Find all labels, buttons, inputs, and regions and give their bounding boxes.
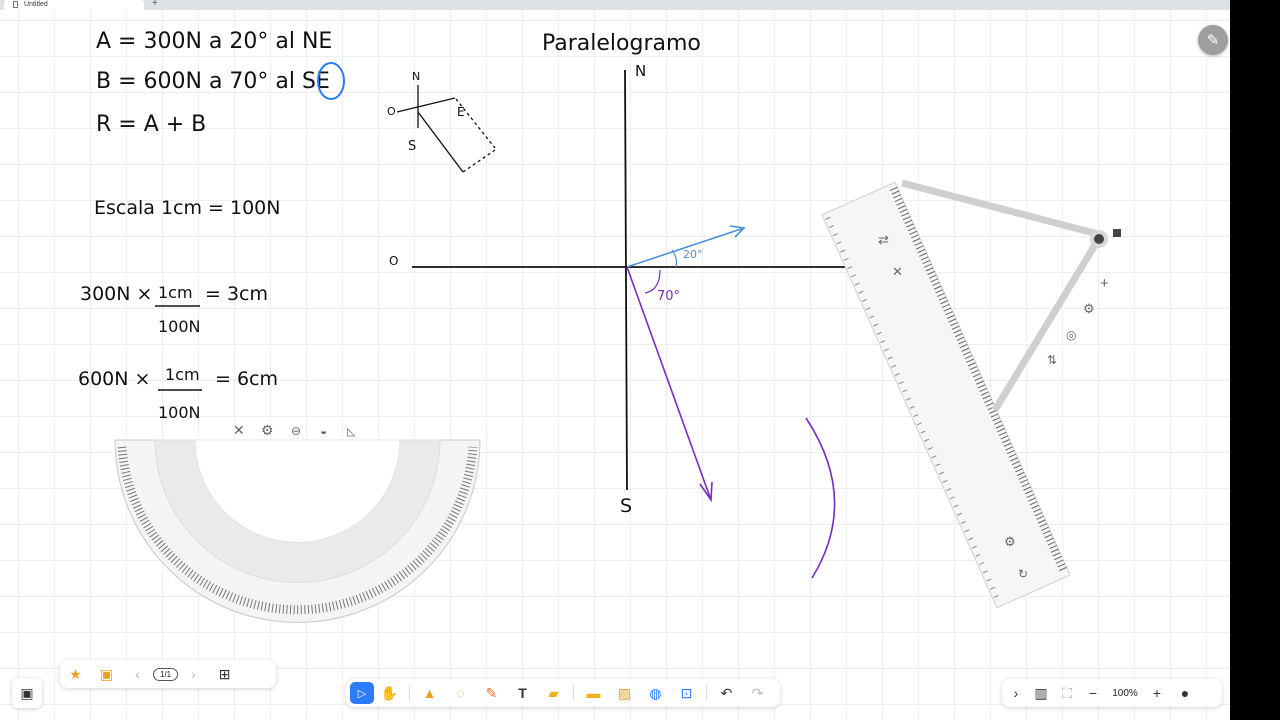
add-page-button[interactable]: ⊞ xyxy=(209,661,240,687)
zoom-level[interactable]: 100% xyxy=(1106,688,1144,699)
compass-gear-icon[interactable]: ⚙ xyxy=(1083,301,1095,316)
page-navigator: ★ ▣ ‹ 1/1 › ⊞ xyxy=(60,660,276,688)
image-icon[interactable]: ▨ xyxy=(609,680,640,706)
whiteboard-canvas[interactable]: A = 300N a 20° al NE B = 600N a 70° al S… xyxy=(0,10,1230,720)
protractor-tool[interactable] xyxy=(114,439,481,623)
diagram-title: Paralelogramo xyxy=(542,31,701,56)
calc2-denominator: 100N xyxy=(158,403,201,422)
ruler-rotate-icon[interactable]: ↻ xyxy=(1018,567,1028,581)
toolbar-divider xyxy=(573,685,574,701)
screen-capture-button[interactable]: ▣ xyxy=(12,678,42,708)
calc1-result: = 3cm xyxy=(205,283,268,305)
redo-icon[interactable]: ↷ xyxy=(742,680,773,706)
document-icon xyxy=(13,1,18,8)
protractor-gear-icon[interactable]: ⚙ xyxy=(261,422,274,438)
scale-note: Escala 1cm = 100N xyxy=(94,197,280,219)
calc2-left: 600N × xyxy=(78,368,150,390)
sticky-note-icon[interactable]: ▰ xyxy=(538,680,569,706)
fit-icon[interactable]: ⛶ xyxy=(1054,680,1080,706)
protractor-close-icon[interactable]: ✕ xyxy=(233,422,245,438)
globe-icon[interactable]: ◍ xyxy=(640,680,671,706)
protractor-angle-icon[interactable]: ◺ xyxy=(347,426,356,438)
calc1-numerator: 1cm xyxy=(158,283,193,302)
page-counter[interactable]: 1/1 xyxy=(153,667,179,681)
pointer-icon[interactable]: ▷ xyxy=(350,682,374,704)
bookmark-star-icon[interactable]: ★ xyxy=(60,661,91,687)
calc1-left: 300N × xyxy=(80,283,152,305)
pen-icon[interactable]: ✎ xyxy=(1198,25,1228,55)
undo-icon[interactable]: ↶ xyxy=(711,680,742,706)
vertical-axis xyxy=(624,69,628,491)
compass-add-icon[interactable]: + xyxy=(1100,275,1109,292)
north-label: N xyxy=(635,62,646,80)
main-toolbar: ▷ ✋ ▲ ◌ ✎ T ▰ ▬ ▨ ◍ ⊡ ↶ ↷ xyxy=(346,679,780,707)
compass-target-icon[interactable]: ◎ xyxy=(1066,328,1076,342)
text-icon[interactable]: T xyxy=(507,680,538,706)
calc2-result: = 6cm xyxy=(215,368,278,390)
protractor-flip-icon[interactable]: ⊖ xyxy=(291,424,301,438)
marker-icon[interactable]: ▲ xyxy=(414,680,445,706)
sketch-north: N xyxy=(412,70,420,83)
folder-icon[interactable]: ▬ xyxy=(578,680,609,706)
compass-sketch xyxy=(396,85,496,173)
south-label: S xyxy=(620,495,632,517)
pen-tool-icon[interactable]: ✎ xyxy=(476,680,507,706)
sketch-west: O xyxy=(387,105,396,118)
sketch-east: E xyxy=(457,105,465,119)
user-icon[interactable]: ● xyxy=(1170,680,1200,706)
sketch-south: S xyxy=(408,139,416,154)
tab-untitled[interactable]: Untitled xyxy=(4,0,144,10)
compass-swap-icon[interactable]: ⇅ xyxy=(1047,353,1057,367)
whiteboard-app: Untitled + A = 300N a 20° al NE B = 600N… xyxy=(0,0,1230,720)
equation-b: B = 600N a 70° al SE xyxy=(96,69,330,94)
tab-title: Untitled xyxy=(24,1,48,8)
screenshot-icon[interactable]: ⊡ xyxy=(671,680,702,706)
compass-arc xyxy=(805,417,836,579)
shape-icon[interactable]: ◌ xyxy=(445,680,476,706)
angle-b-label: 70° xyxy=(657,289,680,304)
angle-a-label: 20° xyxy=(683,248,703,261)
toolbar-divider xyxy=(409,685,410,701)
west-label: O xyxy=(389,254,398,268)
new-tab-button[interactable]: + xyxy=(152,0,158,9)
ruler-swap-icon[interactable]: ⇄ xyxy=(878,232,889,247)
equation-a: A = 300N a 20° al NE xyxy=(96,29,332,54)
map-icon[interactable]: ▥ xyxy=(1028,680,1054,706)
collapse-icon[interactable]: › xyxy=(1004,680,1028,706)
next-page-button[interactable]: › xyxy=(178,661,209,687)
bag-icon[interactable]: ▣ xyxy=(91,661,122,687)
zoom-in-icon[interactable]: + xyxy=(1144,680,1170,706)
hand-icon[interactable]: ✋ xyxy=(374,680,405,706)
toolbar-divider xyxy=(706,685,707,701)
calc2-numerator: 1cm xyxy=(165,365,200,384)
ruler-gear-icon[interactable]: ⚙ xyxy=(1004,534,1016,549)
zoom-out-icon[interactable]: − xyxy=(1080,680,1106,706)
ruler-tool[interactable] xyxy=(821,181,1071,609)
protractor-half-icon[interactable]: ◒ xyxy=(320,424,327,438)
tab-bar: Untitled + xyxy=(0,0,1230,10)
equation-r: R = A + B xyxy=(96,112,206,137)
drawing-layer: A = 300N a 20° al NE B = 600N a 70° al S… xyxy=(78,29,1121,623)
prev-page-button[interactable]: ‹ xyxy=(122,661,153,687)
calc1-denominator: 100N xyxy=(158,317,201,336)
screen-border xyxy=(1230,0,1280,720)
zoom-toolbar: › ▥ ⛶ − 100% + ● xyxy=(1002,679,1222,707)
ruler-close-icon[interactable]: ✕ xyxy=(892,264,903,279)
